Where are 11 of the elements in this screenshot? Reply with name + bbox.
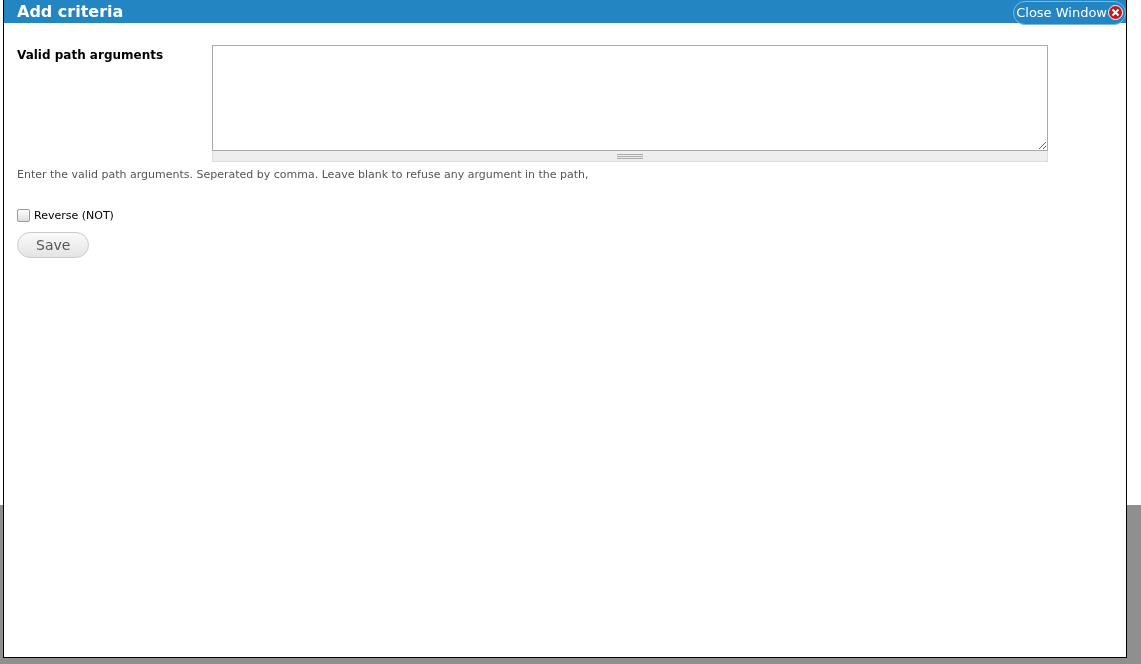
save-button[interactable]: Save	[17, 232, 90, 258]
dialog-title: Add criteria	[17, 2, 124, 21]
path-arguments-field[interactable]	[212, 45, 1048, 151]
close-icon	[1108, 5, 1123, 20]
close-window-button[interactable]: Close Window	[1013, 0, 1126, 25]
field-description: Enter the valid path arguments. Seperated by comma. Leave blank to refuse any argument in the path,	[17, 168, 590, 181]
resize-grip[interactable]	[212, 151, 1048, 162]
grip-icon	[617, 153, 643, 159]
reverse-checkbox[interactable]	[17, 209, 30, 222]
field-label: Valid path arguments	[17, 47, 165, 64]
checkbox-label: Reverse (NOT)	[34, 209, 114, 222]
